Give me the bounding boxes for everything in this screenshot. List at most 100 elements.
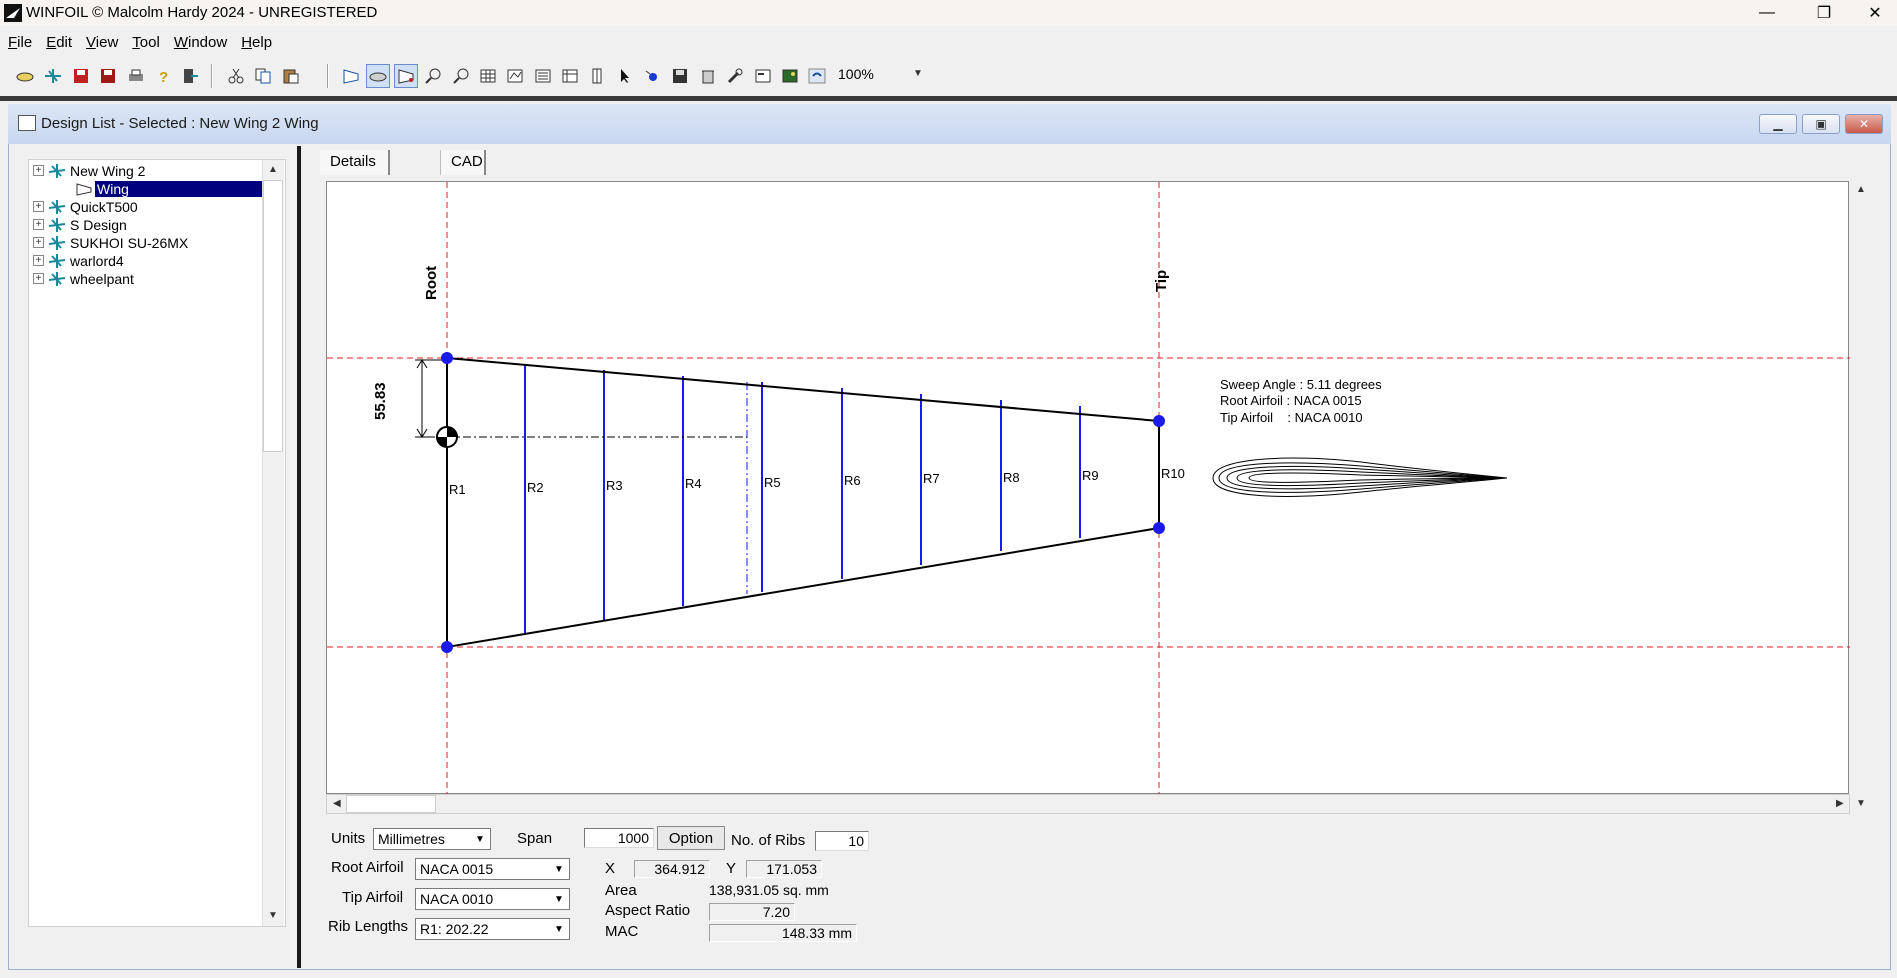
root-airfoil-select[interactable]: NACA 0015 <box>415 858 570 880</box>
scroll-down-icon[interactable]: ▼ <box>1856 798 1866 809</box>
minimize-button[interactable]: — <box>1745 0 1789 26</box>
tree-scrollbar-thumb[interactable] <box>263 180 283 452</box>
paste-icon <box>283 69 299 84</box>
child-maximize-button[interactable]: ▣ <box>1802 114 1840 134</box>
panel-splitter[interactable] <box>297 146 301 968</box>
plane-icon <box>45 69 61 83</box>
expand-icon[interactable]: + <box>33 273 44 284</box>
chart-button-2[interactable] <box>531 64 555 88</box>
y-value: 171.053 <box>746 860 822 878</box>
scroll-right-icon[interactable]: ▶ <box>1836 798 1844 809</box>
tree-item-sukhoi[interactable]: + SUKHOI SU-26MX <box>33 234 190 251</box>
help-button[interactable]: ? <box>151 64 175 88</box>
new-airfoil-button[interactable] <box>13 64 37 88</box>
option-button[interactable]: Option <box>657 826 725 850</box>
aspect-ratio-label: Aspect Ratio <box>605 902 691 919</box>
menu-file[interactable]: File <box>0 31 38 55</box>
zoom-out-button[interactable] <box>449 64 473 88</box>
tree-item-quickt500[interactable]: + QuickT500 <box>33 198 140 215</box>
rib-label-r7: R7 <box>923 471 940 486</box>
select-button[interactable] <box>613 64 637 88</box>
zoom-dropdown-arrow-icon[interactable]: ▼ <box>913 68 923 79</box>
tip-airfoil-select[interactable]: NACA 0010 <box>415 888 570 910</box>
paste-button[interactable] <box>279 64 303 88</box>
menu-bar: File Edit View Tool Window Help <box>0 31 1897 55</box>
table-button[interactable] <box>558 64 582 88</box>
add-point-icon <box>645 70 657 81</box>
design-tree[interactable]: + New Wing 2 Wing + QuickT500 + S Design… <box>28 159 286 927</box>
child-minimize-button[interactable]: ▁ <box>1759 114 1797 134</box>
zoom-in-button[interactable] <box>421 64 445 88</box>
tab-cad[interactable]: CAD <box>440 150 486 175</box>
split-button[interactable] <box>585 64 609 88</box>
tree-item-wing[interactable]: Wing <box>75 180 263 197</box>
cut-button[interactable] <box>224 64 248 88</box>
span-input[interactable]: 1000 <box>584 828 654 848</box>
scroll-left-icon[interactable]: ◀ <box>333 798 341 809</box>
undo-button[interactable] <box>805 64 829 88</box>
image-icon <box>782 69 798 83</box>
expand-icon[interactable]: + <box>33 201 44 212</box>
cad-canvas[interactable]: Root Tip 55.83 R1 R2 R3 R4 R5 R6 R7 R8 R… <box>326 181 1850 795</box>
tree-item-wheelpant[interactable]: + wheelpant <box>33 270 136 287</box>
expand-icon[interactable]: + <box>33 165 44 176</box>
scroll-down-icon[interactable]: ▼ <box>268 910 278 921</box>
copy-button[interactable] <box>251 64 275 88</box>
save-as-button[interactable] <box>96 64 120 88</box>
wing-icon <box>76 182 92 196</box>
close-button[interactable]: ✕ <box>1853 0 1897 26</box>
new-design-button[interactable] <box>41 64 65 88</box>
restore-button[interactable]: ❐ <box>1802 0 1846 26</box>
wing-planform-drawing <box>327 182 1850 795</box>
child-close-button[interactable]: ✕ <box>1845 114 1883 134</box>
add-point-button[interactable] <box>641 64 665 88</box>
exit-icon <box>184 69 198 83</box>
cad-horizontal-scrollbar-thumb[interactable] <box>346 795 436 813</box>
root-airfoil-dropdown-arrow-icon[interactable]: ▼ <box>551 859 567 879</box>
design-list-title: Design List - Selected : New Wing 2 Wing <box>41 115 319 132</box>
scroll-up-icon[interactable]: ▲ <box>268 164 278 175</box>
units-dropdown-arrow-icon[interactable]: ▼ <box>472 829 488 849</box>
rib-label-r2: R2 <box>527 480 544 495</box>
wing-planform-button[interactable] <box>339 64 363 88</box>
tree-item-new-wing-2[interactable]: + New Wing 2 <box>33 162 147 179</box>
maximize-icon: ▣ <box>1815 117 1827 131</box>
scroll-up-icon[interactable]: ▲ <box>1856 184 1866 195</box>
expand-icon[interactable]: + <box>33 237 44 248</box>
tree-item-s-design[interactable]: + S Design <box>33 216 129 233</box>
cad-horizontal-scrollbar[interactable] <box>326 794 1850 814</box>
rib-view-button[interactable] <box>394 64 418 88</box>
question-icon: ? <box>159 69 168 84</box>
properties-button[interactable] <box>751 64 775 88</box>
print-button[interactable] <box>124 64 148 88</box>
tip-airfoil-dropdown-arrow-icon[interactable]: ▼ <box>551 889 567 909</box>
menu-view[interactable]: View <box>78 31 124 55</box>
tools-button[interactable] <box>723 64 747 88</box>
expand-icon[interactable]: + <box>33 219 44 230</box>
root-airfoil-text: Root Airfoil : NACA 0015 <box>1220 393 1362 408</box>
airfoil-view-button[interactable] <box>366 64 390 88</box>
save-button[interactable] <box>69 64 93 88</box>
menu-edit[interactable]: Edit <box>38 31 78 55</box>
ribs-count-input[interactable]: 10 <box>815 831 869 851</box>
rib-lengths-select[interactable]: R1: 202.22 <box>415 918 570 940</box>
window-titlebar[interactable]: WINFOIL © Malcolm Hardy 2024 - UNREGISTE… <box>0 0 1897 26</box>
delete-button[interactable] <box>696 64 720 88</box>
expand-icon[interactable]: + <box>33 255 44 266</box>
save-view-button[interactable] <box>668 64 692 88</box>
cad-vertical-scrollbar[interactable] <box>1850 181 1872 814</box>
mac-value: 148.33 mm <box>709 924 857 942</box>
sweep-angle-text: Sweep Angle : 5.11 degrees <box>1220 377 1382 392</box>
chart-button-1[interactable] <box>503 64 527 88</box>
tab-details[interactable]: Details <box>320 150 390 175</box>
tree-item-warlord4[interactable]: + warlord4 <box>33 252 126 269</box>
grid-button[interactable] <box>476 64 500 88</box>
exit-button[interactable] <box>178 64 202 88</box>
menu-help[interactable]: Help <box>233 31 278 55</box>
menu-tool[interactable]: Tool <box>124 31 166 55</box>
properties-icon <box>755 69 771 83</box>
image-button[interactable] <box>778 64 802 88</box>
rib-lengths-dropdown-arrow-icon[interactable]: ▼ <box>551 919 567 939</box>
corner-point <box>441 352 453 364</box>
menu-window[interactable]: Window <box>166 31 233 55</box>
